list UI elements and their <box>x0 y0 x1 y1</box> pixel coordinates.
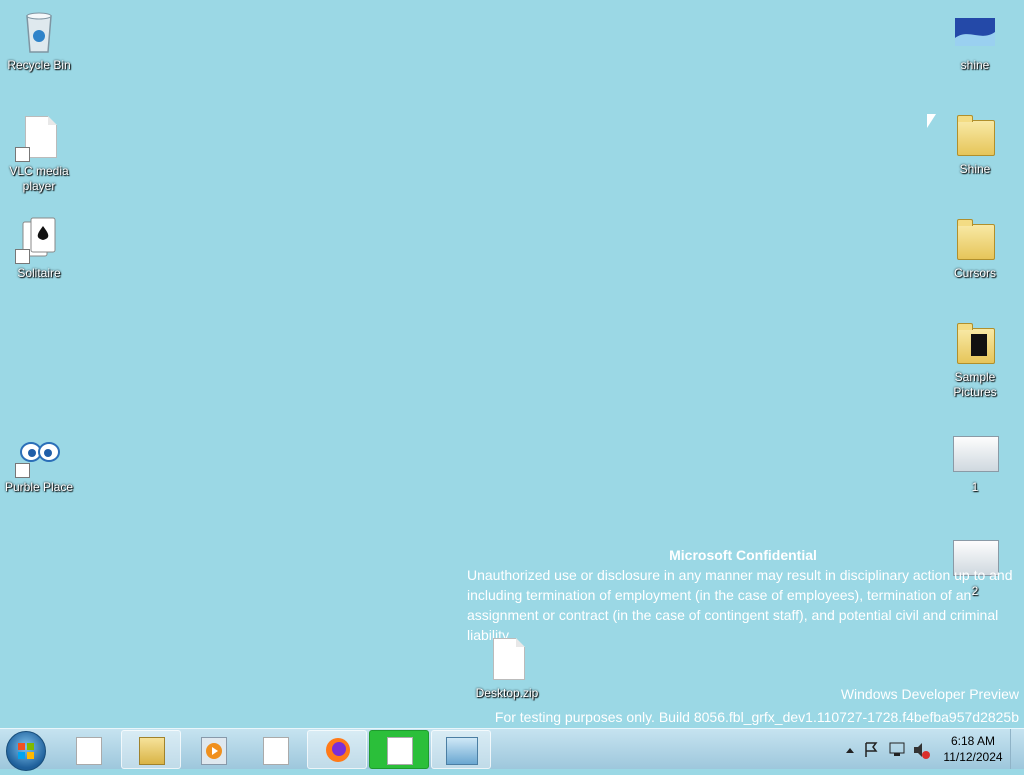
file-icon <box>15 114 63 162</box>
desktop-icon-label: Sample Pictures <box>953 370 997 399</box>
taskbar-item-media-player[interactable] <box>183 730 243 769</box>
desktop-icon-sample-pictures-folder[interactable]: Sample Pictures <box>937 320 1013 400</box>
shortcut-arrow-icon <box>15 463 30 478</box>
desktop-icon-cursors-folder[interactable]: Cursors <box>937 216 1013 281</box>
recycle-bin-icon <box>15 8 63 56</box>
document-icon <box>387 737 413 765</box>
control-panel-icon <box>446 737 478 765</box>
desktop-icon-purble-place[interactable]: Purble Place <box>1 430 77 495</box>
desktop-icon-shine-image[interactable]: shine <box>937 8 1013 73</box>
clock-time: 6:18 AM <box>950 734 996 748</box>
taskbar-item-control-panel[interactable] <box>431 730 491 769</box>
purble-place-icon <box>15 430 63 478</box>
clock-date: 11/12/2024 <box>943 750 1003 764</box>
desktop-icon-label: VLC media player <box>9 164 69 193</box>
desktop-icon-label: Purble Place <box>4 480 74 494</box>
taskbar: 6:18 AM 11/12/2024 <box>0 728 1024 771</box>
desktop-icon-label: Shine <box>959 162 991 176</box>
system-tray <box>842 729 934 769</box>
desktop-icon-label: Recycle Bin <box>7 58 71 72</box>
build-watermark: For testing purposes only. Build 8056.fb… <box>494 709 1019 725</box>
image-icon <box>953 436 999 472</box>
solitaire-icon <box>15 216 63 264</box>
desktop-icon-recycle-bin[interactable]: Recycle Bin <box>1 8 77 73</box>
document-icon <box>263 737 289 765</box>
desktop-icon-image-1[interactable]: 1 <box>937 430 1013 495</box>
desktop-icon-solitaire[interactable]: Solitaire <box>1 216 77 281</box>
action-center-flag-icon[interactable] <box>865 742 878 757</box>
network-icon[interactable] <box>889 742 905 756</box>
volume-muted-icon[interactable] <box>914 743 930 759</box>
folder-icon <box>957 115 995 156</box>
desktop-icon-label: shine <box>960 58 990 72</box>
desktop-icon-label: Cursors <box>953 266 996 280</box>
start-button[interactable] <box>6 731 46 771</box>
document-icon <box>76 737 102 765</box>
windows-logo-icon <box>18 743 34 759</box>
desktop-icon-label: 1 <box>971 480 979 494</box>
taskbar-item-explorer[interactable] <box>121 730 181 769</box>
taskbar-item-firefox[interactable] <box>307 730 367 769</box>
taskbar-item-document[interactable] <box>58 730 118 769</box>
media-player-icon <box>201 737 227 765</box>
desktop-icon-shine-folder[interactable]: Shine <box>937 112 1013 177</box>
show-hidden-icons-icon[interactable] <box>846 748 854 753</box>
windows-edition-watermark: Windows Developer Preview <box>840 686 1019 702</box>
shortcut-arrow-icon <box>15 249 30 264</box>
clock[interactable]: 6:18 AM 11/12/2024 <box>938 733 1008 765</box>
desktop-icon-label: Desktop.zip <box>475 686 539 700</box>
explorer-icon <box>139 737 165 765</box>
desktop-icon-label: Solitaire <box>17 266 61 280</box>
show-desktop-button[interactable] <box>1010 729 1024 769</box>
confidential-notice: Microsoft Confidential Unauthorized use … <box>467 545 1019 645</box>
desktop-icon-vlc-media-player[interactable]: VLC media player <box>1 114 77 194</box>
firefox-icon <box>325 737 350 763</box>
confidential-title: Microsoft Confidential <box>669 547 817 563</box>
taskbar-item-document-green[interactable] <box>369 730 429 769</box>
folder-icon <box>957 219 995 260</box>
shortcut-arrow-icon <box>15 147 30 162</box>
taskbar-item-document[interactable] <box>245 730 305 769</box>
image-icon <box>951 8 999 56</box>
desktop-icon-desktop-zip[interactable]: Desktop.zip <box>469 636 545 701</box>
confidential-body: Unauthorized use or disclosure in any ma… <box>467 567 1013 643</box>
file-icon <box>483 636 531 684</box>
mouse-cursor-icon <box>927 114 936 128</box>
